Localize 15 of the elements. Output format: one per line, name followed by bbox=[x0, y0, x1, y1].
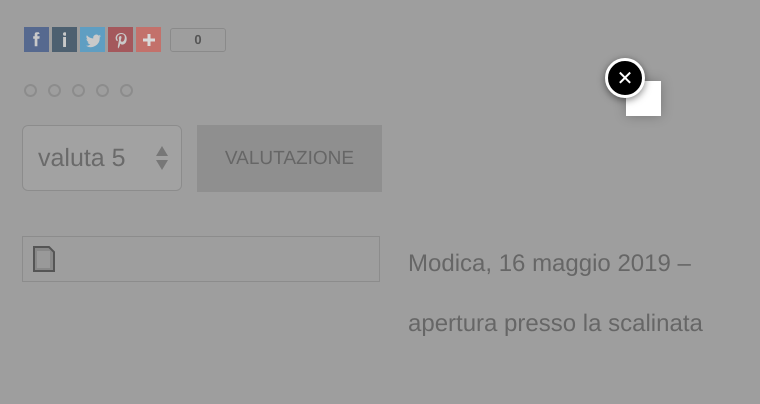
info-share-button[interactable] bbox=[52, 27, 77, 52]
facebook-share-button[interactable] bbox=[24, 27, 49, 52]
facebook-icon bbox=[33, 32, 40, 47]
share-count: 0 bbox=[170, 28, 226, 52]
pinterest-share-button[interactable] bbox=[108, 27, 133, 52]
document-icon bbox=[32, 245, 56, 273]
info-icon bbox=[62, 32, 66, 48]
article-text-line: apertura presso la scalinata bbox=[408, 309, 703, 339]
plus-share-button[interactable] bbox=[136, 27, 161, 52]
twitter-share-button[interactable] bbox=[80, 27, 105, 52]
file-field[interactable] bbox=[22, 236, 380, 282]
rating-select[interactable]: valuta 5 bbox=[22, 125, 182, 191]
sort-arrows-icon bbox=[155, 145, 169, 171]
article-text-line: Modica, 16 maggio 2019 – bbox=[408, 249, 692, 279]
close-button[interactable]: ✕ bbox=[605, 58, 645, 98]
